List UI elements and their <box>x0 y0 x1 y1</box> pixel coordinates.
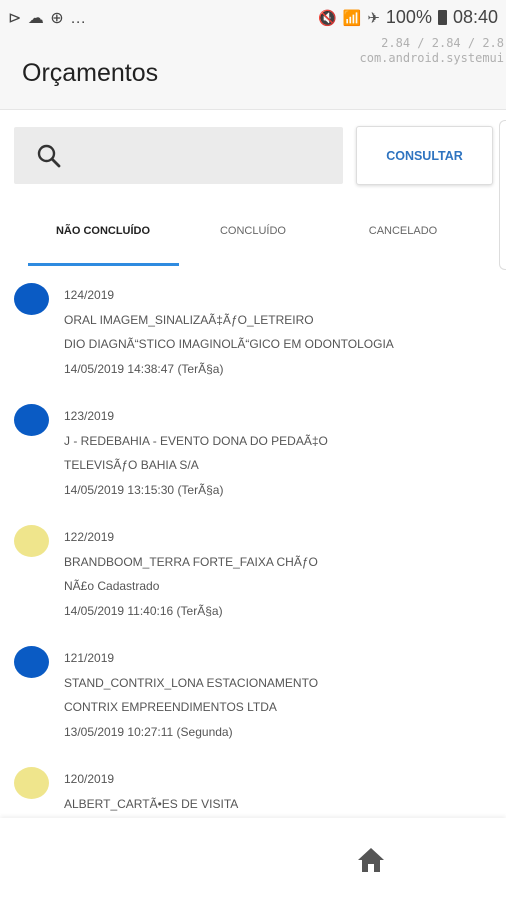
list-item[interactable]: 121/2019 STAND_CONTRIX_LONA ESTACIONAMEN… <box>0 638 506 759</box>
airplane-icon: ✈ <box>367 9 380 27</box>
active-tab-indicator <box>28 263 179 266</box>
app-bar: Orçamentos 2.84 / 2.84 / 2.8 com.android… <box>0 34 506 110</box>
item-title: ALBERT_CARTÃ•ES DE VISITA <box>64 796 239 811</box>
item-title: ORAL IMAGEM_SINALIZAÃ‡ÃƒO_LETREIRO <box>64 312 314 327</box>
item-title: J - REDEBAHIA - EVENTO DONA DO PEDAÃ‡O <box>64 433 328 448</box>
search-input[interactable] <box>14 127 343 184</box>
item-date: 14/05/2019 13:15:30 (TerÃ§a) <box>64 482 224 497</box>
list-item[interactable]: 122/2019 BRANDBOOM_TERRA FORTE_FAIXA CHÃ… <box>0 517 506 638</box>
status-dot <box>14 525 49 557</box>
clock: 08:40 <box>452 7 498 27</box>
mute-icon: 🔇 <box>317 9 337 27</box>
item-code: 120/2019 <box>64 772 115 786</box>
status-bar: ⊳ ☁ ⊕ … 🔇 📶 ✈ 100% 08:40 <box>0 0 506 34</box>
tab-nao-concluido[interactable]: NÃO CONCLUÍDO <box>28 225 178 237</box>
item-title: STAND_CONTRIX_LONA ESTACIONAMENTO <box>64 675 319 690</box>
bottom-nav <box>0 818 506 900</box>
overlay-line-1: 2.84 / 2.84 / 2.8 <box>381 36 504 50</box>
status-dot <box>14 404 49 436</box>
status-right: 🔇 📶 ✈ 100% 08:40 <box>318 7 498 28</box>
status-dot <box>14 646 49 678</box>
debug-overlay: 2.84 / 2.84 / 2.8 com.android.systemui <box>360 36 505 66</box>
item-code: 124/2019 <box>64 288 115 302</box>
item-date: 14/05/2019 14:38:47 (TerÃ§a) <box>64 361 224 376</box>
status-tabs: NÃO CONCLUÍDO CONCLUÍDO CANCELADO <box>0 205 506 266</box>
item-code: 123/2019 <box>64 409 115 423</box>
item-code: 122/2019 <box>64 530 115 544</box>
wifi-icon: 📶 <box>342 9 362 27</box>
item-client: NÃ£o Cadastrado <box>64 579 160 593</box>
item-date: 14/05/2019 11:40:16 (TerÃ§a) <box>64 603 223 618</box>
battery-percent: 100% <box>385 7 432 27</box>
search-icon <box>37 144 61 168</box>
status-dot <box>14 283 49 315</box>
consult-button[interactable]: CONSULTAR <box>356 126 493 185</box>
tab-cancelado[interactable]: CANCELADO <box>328 225 478 237</box>
list-item[interactable]: 123/2019 J - REDEBAHIA - EVENTO DONA DO … <box>0 396 506 517</box>
item-client: DIO DIAGNÃ“STICO IMAGINOLÃ“GICO EM ODONT… <box>64 337 394 351</box>
budget-list: 124/2019 ORAL IMAGEM_SINALIZAÃ‡ÃƒO_LETRE… <box>0 275 506 880</box>
notification-icons: ⊳ ☁ ⊕ … <box>8 10 88 27</box>
home-icon[interactable] <box>356 846 386 874</box>
status-dot <box>14 767 49 799</box>
list-item[interactable]: 124/2019 ORAL IMAGEM_SINALIZAÃ‡ÃƒO_LETRE… <box>0 275 506 396</box>
overlay-line-2: com.android.systemui <box>359 51 505 65</box>
item-date: 13/05/2019 10:27:11 (Segunda) <box>64 724 233 739</box>
tab-concluido[interactable]: CONCLUÍDO <box>178 225 328 237</box>
battery-icon <box>437 10 447 25</box>
item-client: TELEVISÃƒO BAHIA S/A <box>64 458 199 472</box>
item-client: CONTRIX EMPREENDIMENTOS LTDA <box>64 700 277 714</box>
item-code: 121/2019 <box>64 651 115 665</box>
item-title: BRANDBOOM_TERRA FORTE_FAIXA CHÃƒO <box>64 554 318 569</box>
page-title: Orçamentos <box>22 59 159 87</box>
